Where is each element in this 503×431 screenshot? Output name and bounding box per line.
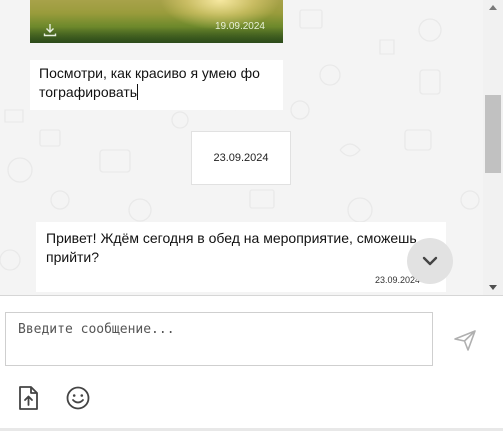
message-text: Посмотри, как красиво я умею фо тографир… [39, 65, 260, 100]
message-input[interactable] [5, 312, 433, 366]
photo-date: 19.09.2024 [214, 21, 265, 32]
send-icon[interactable] [452, 327, 478, 353]
download-icon[interactable] [42, 22, 58, 38]
scroll-down-arrow-icon[interactable] [489, 285, 497, 290]
scroll-to-bottom-button[interactable] [407, 238, 453, 284]
chevron-down-icon [422, 256, 438, 266]
message-bubble[interactable]: Посмотри, как красиво я умею фо тографир… [30, 60, 283, 110]
composer-divider [0, 295, 503, 296]
message-bubble[interactable]: Привет! Ждём сегодня в обед на мероприят… [36, 222, 446, 292]
scroll-up-arrow-icon[interactable] [489, 5, 497, 10]
message-text: Привет! Ждём сегодня в обед на мероприят… [46, 230, 417, 265]
chat-scrollbar[interactable] [483, 0, 503, 295]
attach-file-icon[interactable] [16, 385, 40, 411]
date-separator-label: 23.09.2024 [213, 152, 269, 164]
date-separator: 23.09.2024 [191, 131, 291, 185]
chat-area[interactable]: 19.09.2024 Посмотри, как красиво я умею … [0, 0, 483, 295]
text-cursor [137, 84, 139, 100]
scrollbar-thumb[interactable] [485, 95, 501, 173]
photo-message[interactable]: 19.09.2024 [30, 0, 283, 43]
smiley-icon[interactable] [65, 385, 91, 411]
